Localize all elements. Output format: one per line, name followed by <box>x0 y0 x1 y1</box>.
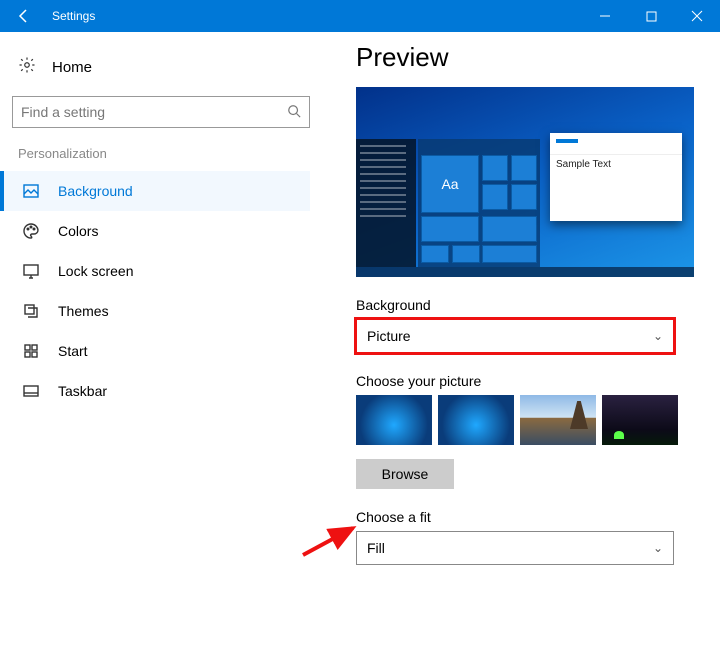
sidebar-item-themes[interactable]: Themes <box>0 291 310 331</box>
sidebar-item-label: Start <box>58 343 88 359</box>
chevron-down-icon: ⌄ <box>653 541 663 555</box>
sidebar-item-label: Themes <box>58 303 109 319</box>
preview-sample-text: Sample Text <box>550 155 682 174</box>
fit-dropdown-value: Fill <box>367 540 385 556</box>
maximize-button[interactable] <box>628 0 674 32</box>
background-dropdown-value: Picture <box>367 328 411 344</box>
taskbar-icon <box>22 383 40 399</box>
home-button[interactable]: Home <box>12 50 310 96</box>
picture-thumbnail[interactable] <box>520 395 596 445</box>
window-title: Settings <box>48 9 95 23</box>
sidebar-item-label: Lock screen <box>58 263 133 279</box>
palette-icon <box>22 223 40 239</box>
sidebar-item-taskbar[interactable]: Taskbar <box>0 371 310 411</box>
picture-thumbnail[interactable] <box>438 395 514 445</box>
desktop-preview: Aa Sample Text <box>356 87 694 277</box>
background-label: Background <box>356 297 700 313</box>
search-input[interactable]: Find a setting <box>12 96 310 128</box>
picture-thumbnail[interactable] <box>602 395 678 445</box>
themes-icon <box>22 303 40 319</box>
choose-fit-label: Choose a fit <box>356 509 700 525</box>
main-panel: Preview Aa Sample Text Background Pictur… <box>320 32 720 659</box>
search-placeholder: Find a setting <box>21 104 287 120</box>
page-title: Preview <box>356 42 700 73</box>
gear-icon <box>18 56 36 78</box>
background-dropdown[interactable]: Picture ⌄ <box>356 319 674 353</box>
picture-thumbnails <box>356 395 700 445</box>
preview-tile-aa: Aa <box>421 155 479 213</box>
picture-icon <box>22 183 40 199</box>
search-icon <box>287 104 301 121</box>
sidebar-item-start[interactable]: Start <box>0 331 310 371</box>
minimize-button[interactable] <box>582 0 628 32</box>
chevron-down-icon: ⌄ <box>653 329 663 343</box>
lock-screen-icon <box>22 263 40 279</box>
sidebar: Home Find a setting Personalization Back… <box>0 32 320 659</box>
back-button[interactable] <box>0 0 48 32</box>
browse-button-label: Browse <box>382 466 429 482</box>
sidebar-item-label: Taskbar <box>58 383 107 399</box>
preview-sample-window: Sample Text <box>550 133 682 221</box>
picture-thumbnail[interactable] <box>356 395 432 445</box>
sidebar-item-lock-screen[interactable]: Lock screen <box>0 251 310 291</box>
home-label: Home <box>52 59 92 76</box>
fit-dropdown[interactable]: Fill ⌄ <box>356 531 674 565</box>
start-icon <box>22 343 40 359</box>
browse-button[interactable]: Browse <box>356 459 454 489</box>
close-button[interactable] <box>674 0 720 32</box>
section-label: Personalization <box>12 146 310 171</box>
sidebar-item-label: Colors <box>58 223 98 239</box>
sidebar-item-colors[interactable]: Colors <box>0 211 310 251</box>
titlebar: Settings <box>0 0 720 32</box>
sidebar-item-background[interactable]: Background <box>0 171 310 211</box>
sidebar-item-label: Background <box>58 183 133 199</box>
choose-picture-label: Choose your picture <box>356 373 700 389</box>
